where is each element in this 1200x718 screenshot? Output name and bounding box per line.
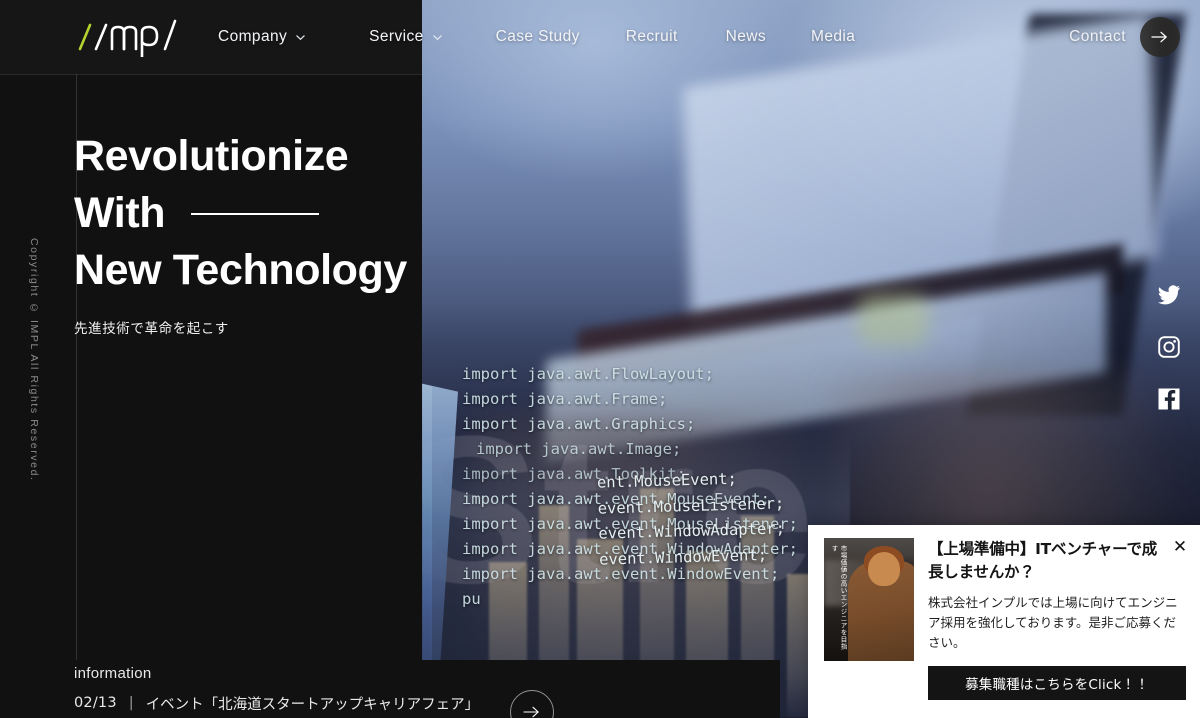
popup-title: 【上場準備中】ITベンチャーで成長しませんか？: [928, 540, 1158, 581]
information-label: information: [74, 665, 152, 682]
hero-headline-line-3: New Technology: [74, 242, 434, 299]
close-icon[interactable]: ✕: [1170, 537, 1190, 557]
popup-description: 株式会社インプルでは上場に向けてエンジニア採用を強化しております。是非ご応募くだ…: [928, 595, 1178, 650]
nav-item-case-study[interactable]: Case Study: [496, 28, 603, 46]
site-header: Company Service Case Study Recruit News: [0, 0, 1200, 74]
arrow-right-icon: [523, 706, 539, 718]
thumbnail-person-face: [868, 552, 900, 586]
information-separator: |: [128, 695, 134, 711]
copyright-vertical-text: Copyright © IMPL All Rights Reserved.: [28, 238, 40, 482]
information-date: 02/13: [74, 695, 117, 711]
social-link-facebook[interactable]: [1156, 386, 1182, 412]
nav-item-service[interactable]: Service: [369, 28, 465, 46]
nav-label: News: [725, 28, 767, 45]
nav-label: Case Study: [495, 28, 580, 45]
recruit-popup-banner: 市場価値の高いエンジニアを目指す 【上場準備中】ITベンチャーで成長しませんか？…: [808, 525, 1200, 718]
social-link-instagram[interactable]: [1156, 334, 1182, 360]
social-link-twitter[interactable]: [1156, 282, 1182, 308]
nav-label: Company: [218, 28, 288, 45]
nav-label: Recruit: [625, 28, 678, 45]
hero-subtitle: 先進技術で革命を起こす: [74, 321, 229, 337]
hero-headline-line-1: Revolutionize: [74, 128, 434, 185]
page-root: Stre import java.awt.FlowLayout; import …: [0, 0, 1200, 718]
contact-group: Contact: [1069, 0, 1180, 74]
popup-cta-button[interactable]: 募集職種はこちらをClick！！: [928, 666, 1186, 700]
contact-label[interactable]: Contact: [1069, 28, 1126, 46]
hero-headline-line-2: With: [74, 185, 434, 242]
nav-item-company[interactable]: Company: [218, 28, 329, 46]
thumbnail-caption: 市場価値の高いエンジニアを目指す: [830, 545, 847, 650]
logo-mark: [78, 19, 177, 57]
main-nav: Company Service Case Study Recruit News: [218, 0, 894, 74]
nav-item-media[interactable]: Media: [811, 28, 878, 46]
headline-rule: [191, 212, 320, 215]
left-dark-panel: [0, 0, 422, 718]
hero-headline-text: With: [74, 189, 166, 237]
nav-item-news[interactable]: News: [726, 28, 789, 46]
contact-arrow-button[interactable]: [1140, 17, 1180, 57]
nav-label: Media: [811, 28, 856, 45]
information-title: イベント「北海道スタートアップキャリアフェア」: [145, 696, 480, 713]
twitter-icon: [1158, 285, 1180, 305]
site-logo[interactable]: [74, 16, 194, 58]
nav-item-recruit[interactable]: Recruit: [626, 28, 701, 46]
information-latest-item[interactable]: 02/13 | イベント「北海道スタートアップキャリアフェア」: [74, 688, 479, 718]
social-links: [1156, 282, 1182, 412]
left-vertical-divider: [76, 0, 77, 718]
nav-label: Service: [369, 28, 424, 45]
arrow-right-icon: [1151, 31, 1167, 43]
chevron-down-icon: [296, 34, 305, 40]
facebook-icon: [1158, 388, 1180, 410]
hero-headline-text: New Technology: [74, 246, 407, 294]
hero-copy: Revolutionize With New Technology 先進技術で革…: [74, 128, 434, 337]
popup-body: 【上場準備中】ITベンチャーで成長しませんか？ 株式会社インプルでは上場に向けて…: [928, 538, 1186, 718]
popup-thumbnail[interactable]: 市場価値の高いエンジニアを目指す: [824, 538, 914, 661]
header-divider-line: [0, 74, 422, 75]
hero-headline-text: Revolutionize: [74, 132, 349, 180]
instagram-icon: [1158, 336, 1180, 358]
chevron-down-icon: [432, 34, 442, 40]
